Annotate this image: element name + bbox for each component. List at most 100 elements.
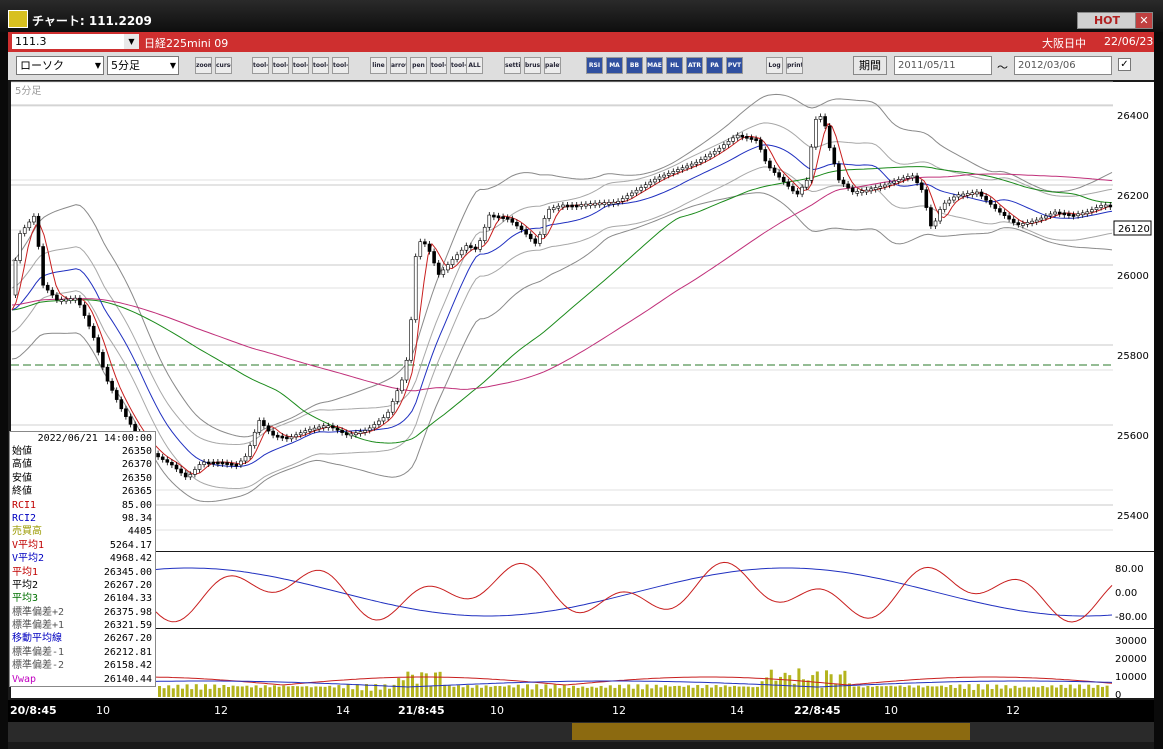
info-row: 高値 26370	[10, 458, 155, 471]
toolbar-brush-button[interactable]: brush	[524, 57, 541, 74]
info-label: 始値	[12, 446, 32, 457]
candle-body	[639, 187, 643, 191]
toolbar-pa-button[interactable]: PA	[706, 57, 723, 74]
candle-body	[901, 177, 906, 181]
toolbar-ma-button[interactable]: MA	[606, 57, 623, 74]
candle-body	[1044, 215, 1048, 219]
candle-body	[478, 240, 482, 250]
current-price-label: 26120	[1118, 224, 1150, 235]
chart-type-select[interactable]: ローソク ▼	[16, 56, 104, 75]
toolbar-pen-button[interactable]: pen	[410, 57, 427, 74]
candle-body	[993, 204, 998, 209]
toolbar-hl-button[interactable]: HL	[666, 57, 683, 74]
candle-body	[73, 297, 78, 301]
candle-body	[473, 246, 478, 250]
toolbar-line-button[interactable]: line	[370, 57, 387, 74]
candle-body	[36, 215, 41, 247]
toolbar-bb-button[interactable]: BB	[626, 57, 643, 74]
volume-bar	[1101, 686, 1104, 697]
volume-bar	[884, 686, 888, 697]
date-range-separator: ～	[997, 61, 1008, 74]
toolbar-tool-g-button[interactable]: tool-g	[450, 57, 467, 74]
volume-bar	[696, 685, 700, 697]
scroll-thumb[interactable]	[572, 723, 970, 740]
chevron-down-icon[interactable]: ▼	[124, 34, 139, 49]
oscillator-tick-label: 0.00	[1115, 588, 1137, 599]
toolbar-tool-a-button[interactable]: tool-a	[252, 57, 269, 74]
volume-bar	[227, 687, 230, 697]
candle-body	[174, 464, 179, 470]
candle-body	[165, 459, 170, 463]
period-checkbox[interactable]: ✓	[1118, 58, 1131, 71]
period-button[interactable]: 期間	[853, 56, 887, 75]
volume-bar	[171, 688, 175, 697]
info-label: 平均3	[12, 593, 39, 605]
toolbar-mae-button[interactable]: MAE	[646, 57, 663, 74]
candle-body	[625, 195, 630, 199]
volume-bar	[1041, 685, 1045, 697]
symbol-code-input[interactable]: 111.3	[12, 34, 124, 49]
start-date-input[interactable]: 2011/05/11	[894, 56, 992, 75]
hot-button[interactable]: HOT	[1077, 12, 1137, 29]
toolbar-all-button[interactable]: ALL	[466, 57, 483, 74]
volume-bar	[530, 689, 534, 697]
volume-bar	[158, 685, 161, 697]
candle-body	[758, 139, 763, 150]
candle-body	[413, 256, 418, 321]
candle-body	[1062, 212, 1067, 216]
toolbar-atr-button[interactable]: ATR	[686, 57, 703, 74]
time-axis-label: 21/8:45	[398, 704, 445, 717]
volume-bar	[415, 683, 419, 697]
toolbar-settings-button[interactable]: settings	[504, 57, 521, 74]
close-icon[interactable]: ✕	[1135, 12, 1153, 29]
toolbar-tool-b-button[interactable]: tool-b	[272, 57, 289, 74]
candle-body	[1067, 213, 1071, 216]
toolbar-pvt-button[interactable]: PVT	[726, 57, 743, 74]
info-label: 標準偏差+2	[12, 606, 65, 618]
toolbar-log-button[interactable]: Log	[766, 57, 783, 74]
volume-bar	[953, 687, 957, 697]
toolbar-tool-e-button[interactable]: tool-e	[332, 57, 349, 74]
volume-bar	[259, 687, 263, 697]
volume-tick-label: 0	[1115, 690, 1121, 701]
chart-app-icon	[8, 10, 28, 28]
candle-body	[358, 431, 363, 434]
toolbar-print-button[interactable]: print	[786, 57, 803, 74]
interval-select[interactable]: 5分足 ▼	[107, 56, 179, 75]
info-row: 標準偏差-2 26158.42	[10, 659, 155, 672]
volume-bar	[516, 684, 520, 697]
volume-bar	[585, 687, 589, 697]
volume-bar	[765, 677, 769, 697]
toolbar-rsi-button[interactable]: RSI	[586, 57, 603, 74]
toolbar-tool-d-button[interactable]: tool-d	[312, 57, 329, 74]
volume-bar	[986, 684, 989, 697]
volume-bar	[429, 685, 433, 697]
candle-body	[262, 420, 266, 427]
volume-bar	[972, 689, 976, 697]
volume-bar	[355, 684, 359, 697]
volume-bar	[815, 671, 819, 697]
volume-bar	[806, 680, 810, 697]
toolbar-tool-c-button[interactable]: tool-c	[292, 57, 309, 74]
toolbar-tool-f-button[interactable]: tool-f	[430, 57, 447, 74]
toolbar-arrow-button[interactable]: arrow	[390, 57, 407, 74]
volume-bar	[457, 685, 460, 697]
volume-bar	[963, 688, 966, 697]
candle-body	[800, 186, 804, 195]
candle-body	[78, 297, 82, 306]
toolbar-cursor-button[interactable]: cursor	[215, 57, 232, 74]
candle-body	[41, 246, 45, 286]
toolbar-palette-button[interactable]: palette	[544, 57, 561, 74]
volume-bar	[659, 687, 663, 697]
candle-body	[1071, 214, 1076, 217]
candle-body	[671, 171, 676, 174]
info-value: 26350	[121, 446, 152, 457]
toolbar-zoom-button[interactable]: zoom	[195, 57, 212, 74]
volume-bar	[466, 685, 470, 697]
end-date-input[interactable]: 2012/03/06	[1014, 56, 1112, 75]
candle-body	[593, 202, 597, 206]
chart-area[interactable]: 5分足 26400 26200 26000 25800 25600 25400 26120 80…	[0, 80, 1163, 749]
info-row: 終値 26365	[10, 485, 155, 498]
candle-body	[597, 202, 602, 206]
candle-body	[772, 167, 777, 173]
